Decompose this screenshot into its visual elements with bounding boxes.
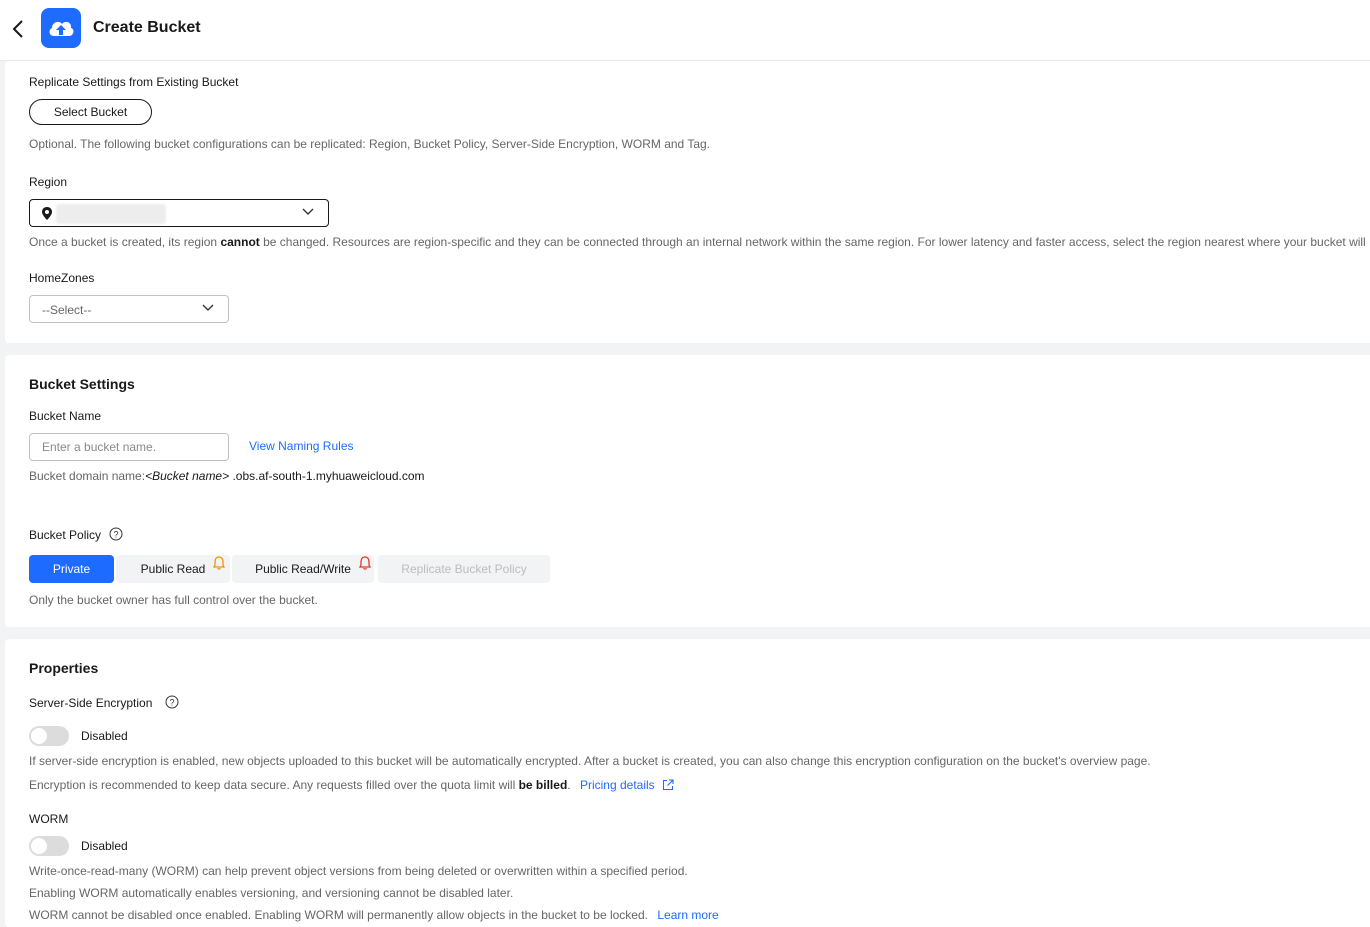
worm-hint-3: WORM cannot be disabled once enabled. En… xyxy=(29,908,719,922)
select-bucket-button[interactable]: Select Bucket xyxy=(29,99,152,125)
properties-title: Properties xyxy=(29,660,99,676)
bucket-settings-card: Bucket Settings Bucket Name View Naming … xyxy=(5,355,1370,627)
sse-toggle[interactable] xyxy=(29,726,69,746)
toggle-knob xyxy=(31,838,47,854)
policy-replicate-option: Replicate Bucket Policy xyxy=(378,555,550,583)
sse-status: Disabled xyxy=(81,729,128,743)
policy-private-option[interactable]: Private xyxy=(29,555,114,583)
learn-more-link[interactable]: Learn more xyxy=(657,908,718,922)
worm-toggle[interactable] xyxy=(29,836,69,856)
region-select[interactable] xyxy=(29,199,329,227)
region-card: Replicate Settings from Existing Bucket … xyxy=(5,61,1370,343)
policy-public-read-label: Public Read xyxy=(140,562,206,576)
page-header: Create Bucket xyxy=(0,0,1370,61)
page-title: Create Bucket xyxy=(93,19,201,36)
sse-hint-1: If server-side encryption is enabled, ne… xyxy=(29,754,1151,768)
worm-status: Disabled xyxy=(81,839,128,853)
danger-bell-icon xyxy=(359,556,371,570)
view-naming-rules-link[interactable]: View Naming Rules xyxy=(249,439,354,453)
obs-cloud-upload-icon xyxy=(41,8,81,48)
homezones-select[interactable]: --Select-- xyxy=(29,295,229,323)
region-label: Region xyxy=(29,175,68,189)
worm-hint-2: Enabling WORM automatically enables vers… xyxy=(29,886,514,900)
worm-label: WORM xyxy=(29,812,69,826)
toggle-knob xyxy=(31,728,47,744)
svg-text:?: ? xyxy=(169,698,174,708)
svg-text:?: ? xyxy=(113,530,118,540)
bucket-name-label: Bucket Name xyxy=(29,409,102,423)
warning-bell-icon xyxy=(213,556,225,570)
homezones-value: --Select-- xyxy=(42,303,92,317)
homezones-label: HomeZones xyxy=(29,271,95,285)
bucket-domain-hint: Bucket domain name:<Bucket name> .obs.af… xyxy=(29,469,425,483)
help-icon[interactable]: ? xyxy=(165,695,179,709)
chevron-down-icon xyxy=(202,304,214,311)
bucket-name-input[interactable] xyxy=(29,433,229,461)
bucket-policy-label: Bucket Policy xyxy=(29,528,102,542)
bucket-settings-title: Bucket Settings xyxy=(29,376,135,392)
back-arrow-icon[interactable] xyxy=(10,18,28,40)
chevron-down-icon xyxy=(302,208,314,215)
sse-label: Server-Side Encryption xyxy=(29,696,153,710)
region-value-redacted xyxy=(56,204,166,224)
external-link-icon[interactable] xyxy=(662,779,674,791)
region-hint: Once a bucket is created, its region can… xyxy=(29,235,1366,249)
properties-card: Properties Server-Side Encryption ? Disa… xyxy=(5,639,1370,927)
sse-hint-2: Encryption is recommended to keep data s… xyxy=(29,778,674,792)
replicate-hint: Optional. The following bucket configura… xyxy=(29,137,711,151)
pricing-details-link[interactable]: Pricing details xyxy=(580,778,655,792)
policy-public-read-write-option[interactable]: Public Read/Write xyxy=(232,555,374,583)
worm-hint-1: Write-once-read-many (WORM) can help pre… xyxy=(29,864,688,878)
help-icon[interactable]: ? xyxy=(109,527,123,541)
location-pin-icon xyxy=(42,207,52,220)
bucket-policy-group: Private Public Read Public Read/Write Re… xyxy=(29,555,559,583)
bucket-policy-hint: Only the bucket owner has full control o… xyxy=(29,593,318,607)
policy-public-read-write-label: Public Read/Write xyxy=(255,562,351,576)
replicate-label: Replicate Settings from Existing Bucket xyxy=(29,75,239,89)
